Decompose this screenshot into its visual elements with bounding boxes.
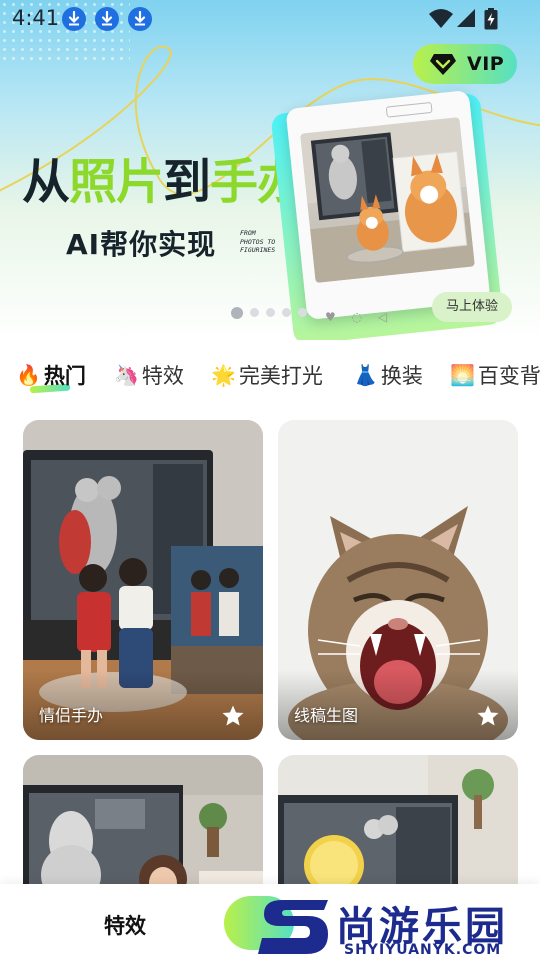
star-icon[interactable]	[476, 704, 500, 728]
caption-line: PHOTOS TO	[240, 237, 276, 246]
wifi-icon	[429, 9, 453, 28]
status-bar: 4:41	[0, 0, 540, 36]
tab-outfit-change[interactable]: 👗 换装	[353, 360, 423, 390]
fire-icon: 🔥	[16, 363, 41, 387]
corgi-figurine-photo	[300, 117, 475, 283]
mockup-action-icons: ♥ ◌ ◁	[325, 310, 394, 324]
carousel-dot	[266, 308, 275, 317]
corgi-scene-illustration	[300, 117, 475, 283]
watermark-logo	[258, 900, 328, 954]
carousel-dot	[298, 308, 307, 317]
star-glow-icon: 🌟	[211, 363, 236, 387]
tab-background[interactable]: 🌅 百变背	[450, 360, 540, 390]
tab-label: 换装	[380, 364, 423, 388]
banner-headline: 从照片到手办	[22, 150, 305, 214]
hero-banner[interactable]: 从照片到手办 AI帮你实现 FROM PHOTOS TO FIGURINES ♥…	[0, 0, 540, 340]
carousel-indicator	[231, 307, 307, 319]
download-icon	[95, 7, 119, 31]
vip-button[interactable]: VIP	[413, 44, 517, 84]
tab-effects[interactable]: 🦄 特效	[114, 360, 184, 390]
card-title: 线稿生图	[294, 706, 359, 725]
unicorn-icon: 🦄	[114, 363, 139, 387]
headline-text: 从	[22, 154, 70, 210]
mockup-card	[285, 89, 491, 321]
dress-icon: 👗	[353, 363, 378, 387]
carousel-dot	[282, 308, 291, 317]
download-icon	[128, 7, 152, 31]
carousel-dot	[231, 307, 243, 319]
headline-highlight: 照片	[69, 154, 164, 210]
carousel-dot	[250, 308, 259, 317]
nav-effects[interactable]: 特效	[104, 910, 146, 940]
vip-label: VIP	[467, 53, 505, 75]
banner-subline: AI帮你实现	[66, 228, 217, 261]
tab-label: 完美打光	[238, 364, 323, 388]
caption-line: FROM	[240, 229, 256, 237]
tab-hot[interactable]: 🔥 热门	[16, 360, 86, 390]
battery-charging-icon	[484, 8, 498, 30]
watermark-url: SHYIYUANYK.COM	[344, 942, 502, 958]
card-title: 情侣手办	[39, 706, 104, 725]
download-icon	[62, 7, 86, 31]
tab-label: 百变背	[477, 364, 540, 388]
caption-line: FIGURINES	[240, 246, 276, 254]
template-card-lineart[interactable]: 线稿生图	[278, 420, 518, 740]
headline-text: 到	[163, 154, 211, 210]
status-time: 4:41	[12, 6, 60, 30]
tab-label: 热门	[43, 364, 86, 388]
category-tabs: 🔥 热门 🦄 特效 🌟 完美打光 👗 换装 🌅 百变背	[0, 352, 540, 398]
template-card-couple-figurine[interactable]: 情侣手办	[23, 420, 263, 740]
tab-label: 特效	[141, 364, 184, 388]
try-now-button[interactable]: 马上体验	[432, 292, 512, 322]
star-icon[interactable]	[221, 704, 245, 728]
sunrise-icon: 🌅	[450, 363, 475, 387]
cell-signal-icon	[457, 9, 475, 27]
tab-perfect-lighting[interactable]: 🌟 完美打光	[211, 360, 323, 390]
site-watermark: 尚游乐园 SHYIYUANYK.COM	[258, 890, 540, 960]
banner-caption: FROM PHOTOS TO FIGURINES	[240, 229, 280, 255]
mockup-topbar	[385, 101, 433, 118]
diamond-icon	[430, 54, 456, 75]
